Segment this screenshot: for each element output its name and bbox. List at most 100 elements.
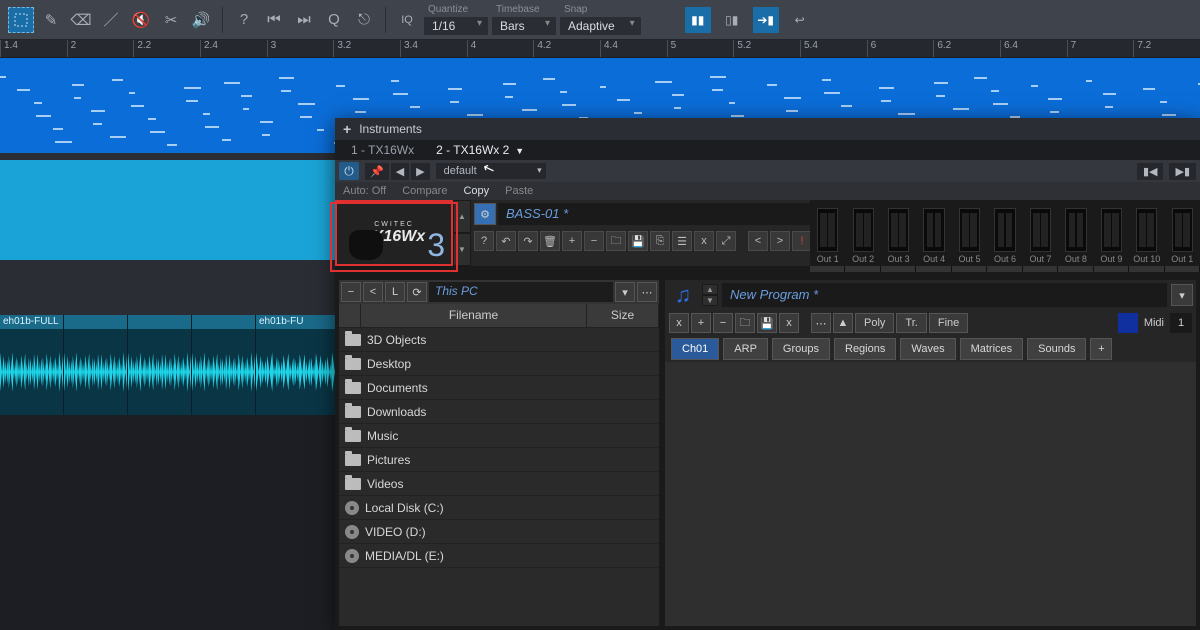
prog-del-button[interactable]: x [779, 313, 799, 333]
copy-button[interactable]: Copy [463, 185, 489, 197]
preset-spinner[interactable]: ▲▼ [453, 200, 471, 266]
remove-button[interactable]: − [584, 231, 604, 251]
midi-channel-field[interactable]: 1 [1170, 313, 1192, 333]
marquee-tool-button[interactable] [8, 7, 34, 33]
prog-open-button[interactable]: 🗀 [735, 313, 755, 333]
skip-fwd-icon[interactable]: ⏭ [291, 7, 317, 33]
split-tool-icon[interactable]: ✂ [158, 7, 184, 33]
browser-row[interactable]: VIDEO (D:) [339, 520, 659, 544]
prog-clear-button[interactable]: x [669, 313, 689, 333]
fine-button[interactable]: Fine [929, 313, 968, 333]
audio-clip[interactable] [128, 315, 192, 415]
instrument-tab[interactable]: 2 - TX16Wx 2▼ [426, 141, 534, 159]
browser-row[interactable]: Desktop [339, 352, 659, 376]
timebase-dropdown[interactable]: Bars [492, 17, 556, 35]
prog-sub-button[interactable]: − [713, 313, 733, 333]
program-tab[interactable]: Ch01 [671, 338, 719, 360]
return-button[interactable]: ↩ [787, 7, 813, 33]
column-size[interactable]: Size [587, 304, 659, 327]
help-icon[interactable]: ? [231, 7, 257, 33]
browser-row[interactable]: Pictures [339, 448, 659, 472]
transport-start-icon[interactable]: ▮◀ [1137, 163, 1164, 180]
output-channel[interactable]: Out 4 [916, 200, 951, 266]
instrument-tab[interactable]: 1 - TX16Wx [341, 141, 424, 159]
quantize-icon[interactable]: Q [321, 7, 347, 33]
transport-end-icon[interactable]: ▶▮ [1169, 163, 1196, 180]
output-channel[interactable]: Out 6 [987, 200, 1022, 266]
ripple-toggle-button[interactable]: ▯▮ [719, 7, 745, 33]
program-tab[interactable]: Regions [834, 338, 896, 360]
output-channel[interactable]: Out 1 [1165, 200, 1200, 266]
output-channel[interactable]: Out 5 [952, 200, 987, 266]
program-drop-button[interactable]: ▾ [1171, 284, 1193, 306]
program-spinner[interactable]: ▲▼ [702, 284, 718, 306]
browser-more-button[interactable]: ⋯ [637, 282, 657, 302]
copy2-button[interactable]: ⎘ [650, 231, 670, 251]
transpose-button[interactable]: Tr. [896, 313, 926, 333]
erase-tool-icon[interactable]: ⌫ [68, 7, 94, 33]
prev-preset-button[interactable]: ◀ [391, 163, 409, 180]
output-channel[interactable]: Out 8 [1058, 200, 1093, 266]
alert-button[interactable]: ! [792, 231, 812, 251]
plugin-logo[interactable]: CWITEC TX16Wx 3 [335, 200, 453, 266]
browser-row[interactable]: 3D Objects [339, 328, 659, 352]
browser-path-field[interactable]: This PC [429, 282, 613, 302]
program-tab[interactable]: ARP [723, 338, 768, 360]
program-tab[interactable]: Waves [900, 338, 955, 360]
action-icon[interactable]: ⎋ [351, 7, 377, 33]
listen-tool-icon[interactable]: 🔊 [188, 7, 214, 33]
autoscroll-button[interactable]: ➔▮ [753, 7, 779, 33]
browser-row[interactable]: Downloads [339, 400, 659, 424]
paint-tool-icon[interactable]: ／ [98, 7, 124, 33]
program-name-field[interactable]: New Program * [722, 283, 1167, 307]
browser-drop-button[interactable]: ▾ [615, 282, 635, 302]
browser-row[interactable]: MEDIA/DL (E:) [339, 544, 659, 568]
audio-clip[interactable]: eh01b-FU [256, 315, 338, 415]
program-tab[interactable]: Matrices [960, 338, 1024, 360]
add-button[interactable]: + [562, 231, 582, 251]
audio-clip[interactable] [64, 315, 128, 415]
settings-gear-icon[interactable]: ⚙ [474, 203, 496, 225]
browser-row[interactable]: Videos [339, 472, 659, 496]
audio-clip[interactable]: eh01b-FULL [0, 315, 64, 415]
delete-button[interactable]: 🗑 [540, 231, 560, 251]
panel-title-bar[interactable]: + Instruments [335, 118, 1200, 140]
redo-button[interactable]: ↷ [518, 231, 538, 251]
browser-back-button[interactable]: < [363, 282, 383, 302]
program-tab[interactable]: Sounds [1027, 338, 1086, 360]
pin-button[interactable]: 📌 [365, 163, 389, 180]
expand-button[interactable]: ⤢ [716, 231, 736, 251]
browser-row[interactable]: Music [339, 424, 659, 448]
prog-up-button[interactable]: ▲ [833, 313, 853, 333]
output-channel[interactable]: Out 1 [810, 200, 845, 266]
quantize-dropdown[interactable]: 1/16 [424, 17, 488, 35]
prev-button[interactable]: < [748, 231, 768, 251]
help-button[interactable]: ? [474, 231, 494, 251]
add-instrument-icon[interactable]: + [343, 121, 351, 137]
poly-button[interactable]: Poly [855, 313, 894, 333]
compare-button[interactable]: Compare [402, 185, 447, 197]
browser-minus-button[interactable]: − [341, 282, 361, 302]
undo-button[interactable]: ↶ [496, 231, 516, 251]
snap-toggle-button[interactable]: ▮▮ [685, 7, 711, 33]
paste-button[interactable]: Paste [505, 185, 533, 197]
output-channel[interactable]: Out 10 [1129, 200, 1164, 266]
browser-refresh-button[interactable]: ⟳ [407, 282, 427, 302]
browser-row[interactable]: Local Disk (C:) [339, 496, 659, 520]
prog-misc-button[interactable]: ⋯ [811, 313, 831, 333]
output-channel[interactable]: Out 7 [1023, 200, 1058, 266]
audio-clip[interactable] [192, 315, 256, 415]
output-channel[interactable]: Out 2 [845, 200, 880, 266]
draw-tool-icon[interactable]: ✎ [38, 7, 64, 33]
save-button[interactable]: 💾 [628, 231, 648, 251]
browser-lock-button[interactable]: L [385, 282, 405, 302]
output-channel[interactable]: Out 3 [881, 200, 916, 266]
column-filename[interactable]: Filename [361, 304, 587, 327]
browser-row[interactable]: Documents [339, 376, 659, 400]
snap-dropdown[interactable]: Adaptive [560, 17, 641, 35]
timeline-ruler[interactable]: 1.422.22.433.23.444.24.455.25.466.26.477… [0, 40, 1200, 58]
auto-toggle[interactable]: Auto: Off [343, 185, 386, 197]
next-button[interactable]: > [770, 231, 790, 251]
next-preset-button[interactable]: ▶ [411, 163, 429, 180]
menu-button[interactable]: ☰ [672, 231, 692, 251]
